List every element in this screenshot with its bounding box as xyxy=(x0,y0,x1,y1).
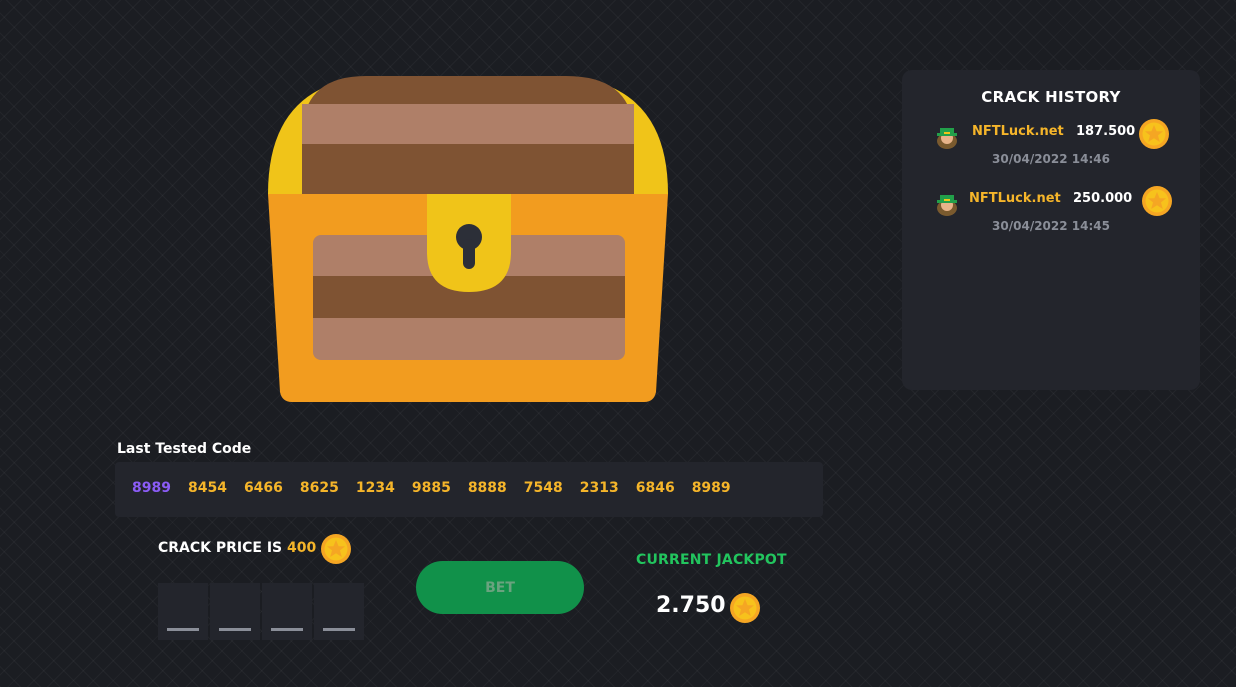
code-digit-input-2[interactable] xyxy=(210,583,260,640)
tested-code: 9885 xyxy=(411,480,451,496)
gold-star-coin-icon xyxy=(1139,119,1169,149)
tested-code: 8989 xyxy=(691,480,731,496)
history-date: 30/04/2022 14:45 xyxy=(992,219,1110,233)
crack-price-prefix: CRACK PRICE IS xyxy=(158,540,288,556)
last-tested-code-label: Last Tested Code xyxy=(117,441,252,457)
history-winner-name: NFTLuck.net xyxy=(972,124,1064,139)
bet-button[interactable]: BET xyxy=(416,561,584,614)
tested-code: 8888 xyxy=(467,480,507,496)
history-amount: 187.500 xyxy=(1076,124,1136,139)
code-digit-input-1[interactable] xyxy=(158,583,208,640)
tested-code: 2313 xyxy=(579,480,619,496)
leprechaun-avatar-icon xyxy=(937,195,957,216)
crack-game-page: CRACK HISTORY NFTLuck.net 187.500 30/04/… xyxy=(0,0,1236,687)
gold-star-coin-icon xyxy=(321,534,351,564)
gold-star-coin-icon xyxy=(730,593,760,623)
current-jackpot-label: CURRENT JACKPOT xyxy=(636,552,787,568)
last-tested-codes-bar: 8989 8454 6466 8625 1234 9885 8888 7548 … xyxy=(115,462,823,517)
crack-history-title: CRACK HISTORY xyxy=(981,88,1121,106)
code-digit-input-4[interactable] xyxy=(314,583,364,640)
crack-history-panel: CRACK HISTORY NFTLuck.net 187.500 30/04/… xyxy=(902,70,1200,390)
crack-price-label: CRACK PRICE IS 400 xyxy=(158,540,316,556)
treasure-chest-icon xyxy=(268,76,668,402)
tested-code: 7548 xyxy=(523,480,563,496)
tested-code: 8625 xyxy=(299,480,339,496)
history-date: 30/04/2022 14:46 xyxy=(992,152,1110,166)
history-entry: NFTLuck.net 250.000 30/04/2022 14:45 xyxy=(902,185,1200,245)
tested-codes-list: 8989 8454 6466 8625 1234 9885 8888 7548 … xyxy=(132,480,748,496)
tested-code: 8454 xyxy=(187,480,227,496)
history-amount: 250.000 xyxy=(1073,191,1133,206)
crack-price-value: 400 xyxy=(287,540,317,556)
history-entry: NFTLuck.net 187.500 30/04/2022 14:46 xyxy=(902,118,1200,178)
code-digit-inputs xyxy=(158,583,364,640)
tested-code: 6846 xyxy=(635,480,675,496)
tested-code: 8989 xyxy=(132,480,171,496)
tested-code: 6466 xyxy=(243,480,283,496)
gold-star-coin-icon xyxy=(1142,186,1172,216)
current-jackpot-value: 2.750 xyxy=(656,593,726,618)
tested-code: 1234 xyxy=(355,480,395,496)
leprechaun-avatar-icon xyxy=(937,128,957,149)
history-winner-name: NFTLuck.net xyxy=(969,191,1061,206)
code-digit-input-3[interactable] xyxy=(262,583,312,640)
